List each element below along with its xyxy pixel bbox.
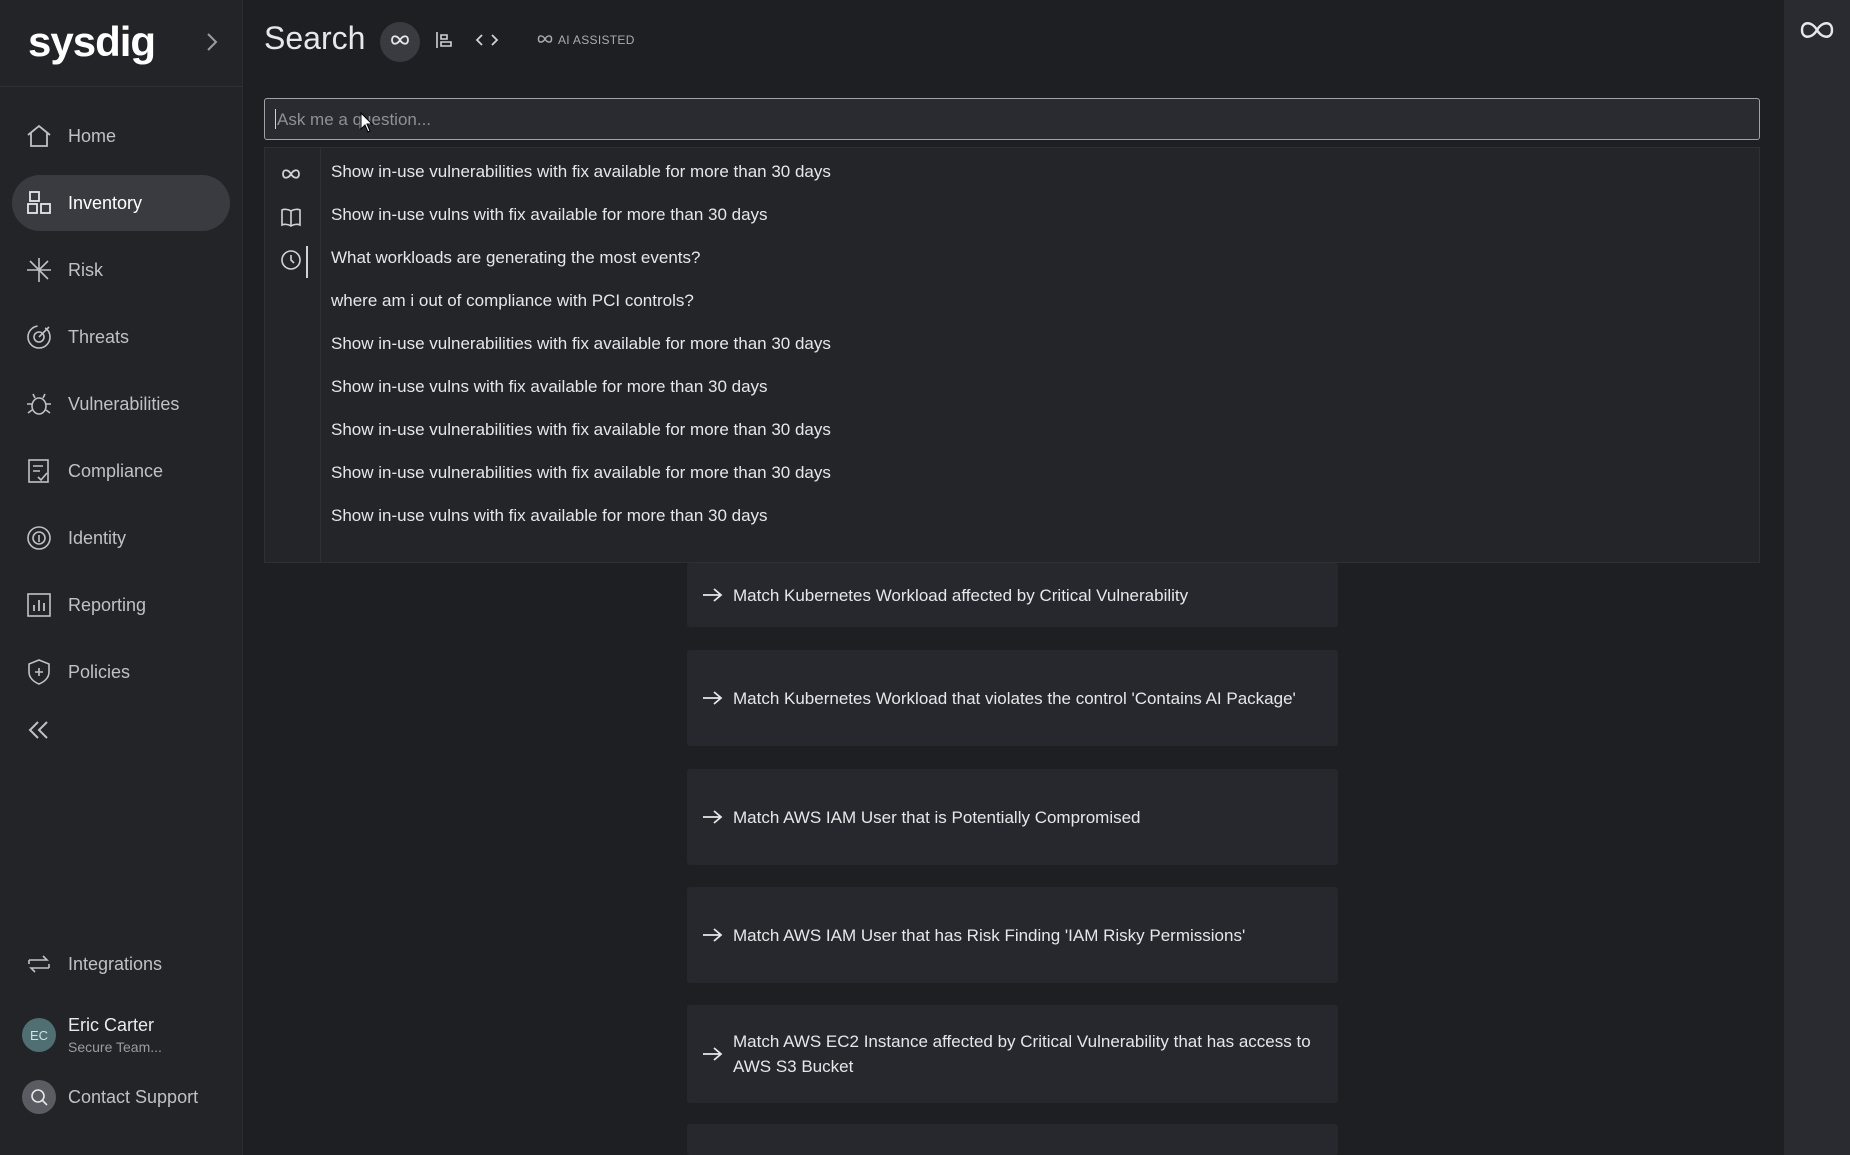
sidebar-item-threats[interactable]: Threats [12,309,230,365]
suggestion-item[interactable]: Show in-use vulnerabilities with fix ava… [331,463,831,483]
avatar: EC [22,1018,56,1052]
sidebar-item-inventory[interactable]: Inventory [12,175,230,231]
suggestion-item[interactable]: What workloads are generating the most e… [331,248,700,268]
shield-icon [24,657,54,687]
sidebar-item-label: Risk [68,259,103,280]
suggestion-item[interactable]: Show in-use vulns with fix available for… [331,205,768,225]
inventory-icon [24,188,54,218]
query-card[interactable]: Match AWS IAM User that is Potentially C… [687,769,1338,865]
suggestion-item[interactable]: Show in-use vulns with fix available for… [331,377,768,397]
arrow-right-icon [701,927,723,943]
fingerprint-icon [24,523,54,553]
query-card-text: Match AWS IAM User that has Risk Finding… [733,925,1246,945]
double-chevron-left-icon[interactable] [24,715,54,745]
ai-mode-button[interactable] [380,22,420,62]
infinity-icon[interactable] [1797,18,1837,47]
sidebar-item-integrations[interactable]: Integrations [12,936,230,992]
search-box[interactable] [264,98,1760,140]
logo-row: sysdig [0,0,242,87]
sidebar: sysdig Home Inventory Risk Threats Vulne… [0,0,243,1155]
integrations-icon [24,949,54,979]
infinity-icon [536,33,554,47]
risk-icon [24,255,54,285]
sidebar-item-label: Compliance [68,460,164,481]
sidebar-item-label: Identity [68,527,127,548]
query-card-text: Match AWS EC2 Instance affected by Criti… [733,1032,1311,1076]
search-input[interactable] [275,99,1749,140]
arrow-right-icon [701,809,723,825]
suggestion-item[interactable]: Show in-use vulns with fix available for… [331,506,768,526]
text-caret [275,109,276,129]
query-card[interactable]: Match Kubernetes Workload affected by Cr… [687,563,1338,627]
arrow-right-icon [701,587,723,603]
query-card[interactable]: Match AWS IAM User that has Risk Finding… [687,887,1338,983]
ai-assisted-tag: AI ASSISTED [536,33,635,47]
sidebar-item-label: Integrations [68,953,163,974]
sidebar-item-policies[interactable]: Policies [12,644,230,700]
sidebar-item-home[interactable]: Home [12,108,230,164]
arrow-right-icon [701,1046,723,1062]
compliance-icon [24,456,54,486]
book-icon[interactable] [277,203,305,231]
infinity-icon [389,33,411,52]
sidebar-item-identity[interactable]: Identity [12,510,230,566]
user-name: Eric Carter [68,1015,155,1035]
sidebar-item-label: Policies [68,661,131,682]
query-card-text: Match Kubernetes Workload that violates … [733,688,1296,708]
sidebar-item-label: Vulnerabilities [68,393,180,414]
chevron-right-icon[interactable] [200,28,224,56]
sidebar-item-vulnerabilities[interactable]: Vulnerabilities [12,376,230,432]
sidebar-item-compliance[interactable]: Compliance [12,443,230,499]
code-mode-button[interactable] [467,22,507,62]
query-card-text: Match Kubernetes Workload affected by Cr… [733,585,1189,605]
suggestion-item[interactable]: Show in-use vulnerabilities with fix ava… [331,334,831,354]
suggestion-item[interactable]: Show in-use vulnerabilities with fix ava… [331,420,831,440]
clock-icon[interactable] [277,246,305,274]
support-icon [22,1080,56,1114]
suggestion-item[interactable]: where am i out of compliance with PCI co… [331,291,694,311]
query-card[interactable]: Match Kubernetes Workload that violates … [687,650,1338,746]
mouse-cursor-icon [360,111,374,134]
contact-support-label: Contact Support [68,1086,199,1107]
sidebar-item-risk[interactable]: Risk [12,242,230,298]
sidebar-item-label: Reporting [68,594,147,615]
ai-assisted-label: AI ASSISTED [558,33,635,47]
infinity-icon[interactable] [277,160,305,188]
suggestions-dropdown: Show in-use vulnerabilities with fix ava… [264,147,1760,563]
user-profile[interactable]: EC Eric Carter Secure Team... [22,1008,232,1062]
align-left-icon [433,29,455,56]
bug-icon [24,389,54,419]
threats-icon [24,322,54,352]
query-card-text: Match AWS IAM User that is Potentially C… [733,807,1141,827]
home-icon [24,121,54,151]
suggestion-item[interactable]: Show in-use vulnerabilities with fix ava… [331,162,831,182]
sysdig-logo[interactable]: sysdig [28,18,156,66]
sidebar-item-label: Threats [68,326,130,347]
sidebar-item-reporting[interactable]: Reporting [12,577,230,633]
right-panel [1784,0,1850,1155]
contact-support-button[interactable]: Contact Support [22,1080,198,1114]
builder-mode-button[interactable] [424,22,464,62]
suggestion-type-rail [265,148,321,562]
reporting-icon [24,590,54,620]
page-title: Search [264,20,366,56]
user-team: Secure Team... [68,1039,162,1055]
query-card-partial[interactable] [687,1124,1338,1155]
code-icon [475,32,499,53]
active-tab-indicator [306,246,308,278]
sidebar-item-label: Inventory [68,192,143,213]
sidebar-item-label: Home [68,125,117,146]
query-card[interactable]: Match AWS EC2 Instance affected by Criti… [687,1005,1338,1103]
arrow-right-icon [701,690,723,706]
